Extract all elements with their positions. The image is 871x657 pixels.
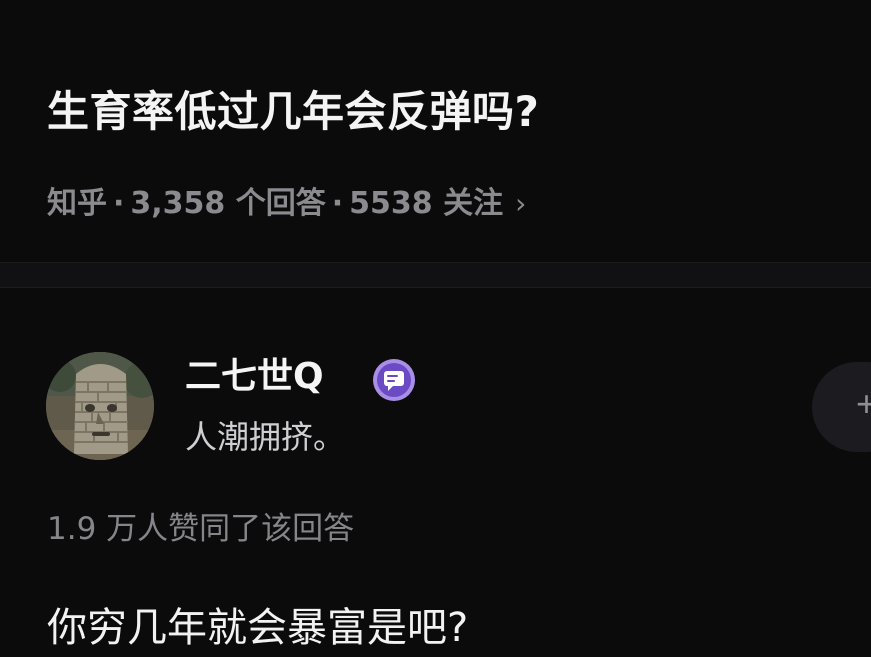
chat-bubble-badge-icon [373, 359, 415, 401]
answer-count: 3,358 个回答 [130, 186, 326, 221]
question-meta[interactable]: 知乎 · 3,358 个回答 · 5538 关注 › [47, 183, 526, 225]
meta-separator: · [113, 186, 125, 221]
plus-icon: + [856, 383, 871, 424]
question-title[interactable]: 生育率低过几年会反弹吗? [47, 82, 539, 142]
avatar[interactable] [46, 352, 154, 460]
author-bio: 人潮拥挤。 [185, 418, 346, 456]
stone-statue-avatar [46, 352, 154, 460]
meta-separator: · [331, 186, 344, 221]
follower-count: 5538 关注 [349, 186, 504, 221]
source-label: 知乎 [47, 186, 107, 221]
question-header: 生育率低过几年会反弹吗? 知乎 · 3,358 个回答 · 5538 关注 › [0, 0, 871, 262]
author-name[interactable]: 二七世Q [185, 352, 324, 402]
section-divider [0, 262, 871, 288]
answer-text[interactable]: 你穷几年就会暴富是吧? [47, 600, 468, 656]
chevron-right-icon: › [515, 187, 527, 220]
vote-summary: 1.9 万人赞同了该回答 [47, 511, 355, 547]
